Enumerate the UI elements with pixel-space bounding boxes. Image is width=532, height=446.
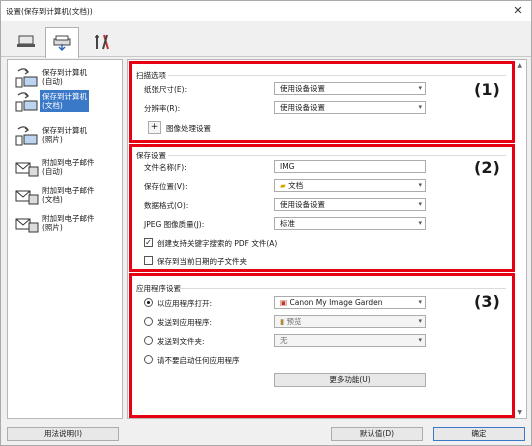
resolution-label: 分辨率(R): xyxy=(144,104,181,113)
tools-icon xyxy=(95,34,109,50)
open-with-label: 以应用程序打开: xyxy=(157,299,213,308)
data-format-dropdown[interactable]: 使用设备设置 ▾ xyxy=(274,198,426,211)
close-icon[interactable]: ✕ xyxy=(511,4,525,18)
chevron-down-icon: ▾ xyxy=(418,103,422,111)
tab-save[interactable] xyxy=(45,27,79,58)
settings-panel: ▲ ▼ 扫描选项 纸张尺寸(E): 使用设备设置 ▾ 分辨率(R): 使用设备设… xyxy=(127,59,527,419)
tab-scan[interactable] xyxy=(9,27,43,57)
paper-size-label: 纸张尺寸(E): xyxy=(144,85,188,94)
resolution-dropdown[interactable]: 使用设备设置 ▾ xyxy=(274,101,426,114)
subfolder-checkbox[interactable] xyxy=(144,256,153,265)
instructions-button[interactable]: 用法说明(I) xyxy=(7,427,119,441)
settings-window: 设置(保存到计算机(文档)) ✕ 保存到计算机 (自动) 保存到计算机 (文档)… xyxy=(0,0,532,446)
image-processing-label[interactable]: 图像处理设置 xyxy=(166,123,211,134)
defaults-button[interactable]: 默认值(D) xyxy=(331,427,423,441)
pdf-keyword-checkbox[interactable]: ✓ xyxy=(144,238,153,247)
ok-button[interactable]: 确定 xyxy=(433,427,525,441)
scroll-up-icon[interactable]: ▲ xyxy=(517,62,522,69)
email-icon xyxy=(15,162,39,177)
section-marker-2: (2) xyxy=(474,158,500,177)
paper-size-value: 使用设备设置 xyxy=(280,84,325,93)
tab-bar xyxy=(1,21,531,58)
sidebar-item-save-document[interactable]: 保存到计算机 (文档) xyxy=(14,90,118,124)
file-name-label: 文件名称(F): xyxy=(144,163,187,172)
send-to-folder-dropdown[interactable]: 无 ▾ xyxy=(274,334,426,347)
data-format-label: 数据格式(O): xyxy=(144,201,189,210)
open-with-radio[interactable] xyxy=(144,298,153,307)
save-in-label: 保存位置(V): xyxy=(144,182,188,191)
computer-save-icon xyxy=(15,92,38,112)
computer-save-icon xyxy=(15,68,38,88)
chevron-down-icon: ▾ xyxy=(418,317,422,325)
chevron-down-icon: ▾ xyxy=(418,336,422,344)
divider xyxy=(168,75,506,76)
chevron-down-icon: ▾ xyxy=(418,298,422,306)
divider xyxy=(168,155,506,156)
subfolder-label: 保存到当前日期的子文件夹 xyxy=(157,257,247,266)
sidebar-item-label: 附加到电子邮件 (照片) xyxy=(42,214,95,232)
app-settings-title: 应用程序设置 xyxy=(136,284,181,293)
open-with-value: Canon My Image Garden xyxy=(289,298,383,307)
send-to-app-radio[interactable] xyxy=(144,317,153,326)
data-format-value: 使用设备设置 xyxy=(280,200,325,209)
scanner-icon xyxy=(17,35,35,47)
sidebar: 保存到计算机 (自动) 保存到计算机 (文档) 保存到计算机 (照片) 附加到电… xyxy=(7,59,123,419)
send-to-folder-value: 无 xyxy=(280,336,288,345)
do-not-start-radio[interactable] xyxy=(144,355,153,364)
sidebar-item-email-photo[interactable]: 附加到电子邮件 (照片) xyxy=(14,212,118,246)
pdf-keyword-label: 创建支持关键字搜索的 PDF 文件(A) xyxy=(157,239,278,248)
save-in-dropdown[interactable]: ▰ 文档 ▾ xyxy=(274,179,426,192)
do-not-start-label: 请不要启动任何应用程序 xyxy=(157,356,240,365)
computer-save-icon xyxy=(15,126,38,146)
tab-general[interactable] xyxy=(85,27,119,57)
sidebar-item-label: 保存到计算机 (照片) xyxy=(42,126,87,144)
chevron-down-icon: ▾ xyxy=(418,181,422,189)
send-to-app-dropdown[interactable]: ▮ 预览 ▾ xyxy=(274,315,426,328)
folder-icon: ▰ xyxy=(280,181,289,190)
sidebar-item-label: 附加到电子邮件 (自动) xyxy=(42,158,95,176)
divider xyxy=(178,288,506,289)
send-to-app-label: 发送到应用程序: xyxy=(157,318,213,327)
jpeg-quality-label: JPEG 图像质量(J): xyxy=(144,220,205,229)
resolution-value: 使用设备设置 xyxy=(280,103,325,112)
more-functions-button[interactable]: 更多功能(U) xyxy=(274,373,426,387)
send-to-app-value: 预览 xyxy=(286,317,302,326)
chevron-down-icon: ▾ xyxy=(418,84,422,92)
window-title: 设置(保存到计算机(文档)) xyxy=(6,6,93,16)
section-marker-1: (1) xyxy=(474,80,500,99)
save-settings-title: 保存设置 xyxy=(136,151,166,160)
sidebar-item-label: 保存到计算机 (文档) xyxy=(40,90,89,112)
section-marker-3: (3) xyxy=(474,292,500,311)
sidebar-item-label: 保存到计算机 (自动) xyxy=(42,68,87,86)
file-name-value: IMG xyxy=(280,162,295,171)
scan-options-title: 扫描选项 xyxy=(136,71,166,80)
file-name-input[interactable]: IMG xyxy=(274,160,426,173)
open-with-dropdown[interactable]: ▣ Canon My Image Garden ▾ xyxy=(274,296,426,309)
title-bar: 设置(保存到计算机(文档)) ✕ xyxy=(1,1,531,21)
sidebar-item-save-photo[interactable]: 保存到计算机 (照片) xyxy=(14,124,118,158)
chevron-down-icon: ▾ xyxy=(418,219,422,227)
chevron-down-icon: ▾ xyxy=(418,200,422,208)
expand-plus-icon[interactable]: + xyxy=(148,121,161,134)
scroll-down-icon[interactable]: ▼ xyxy=(517,409,522,416)
send-to-folder-radio[interactable] xyxy=(144,336,153,345)
paper-size-dropdown[interactable]: 使用设备设置 ▾ xyxy=(274,82,426,95)
save-in-value: 文档 xyxy=(288,181,304,190)
email-icon xyxy=(15,218,39,233)
jpeg-quality-value: 标准 xyxy=(280,219,295,228)
email-icon xyxy=(15,190,39,205)
scan-save-icon xyxy=(53,35,71,51)
jpeg-quality-dropdown[interactable]: 标准 ▾ xyxy=(274,217,426,230)
send-to-folder-label: 发送到文件夹: xyxy=(157,337,205,346)
sidebar-item-label: 附加到电子邮件 (文档) xyxy=(42,186,95,204)
